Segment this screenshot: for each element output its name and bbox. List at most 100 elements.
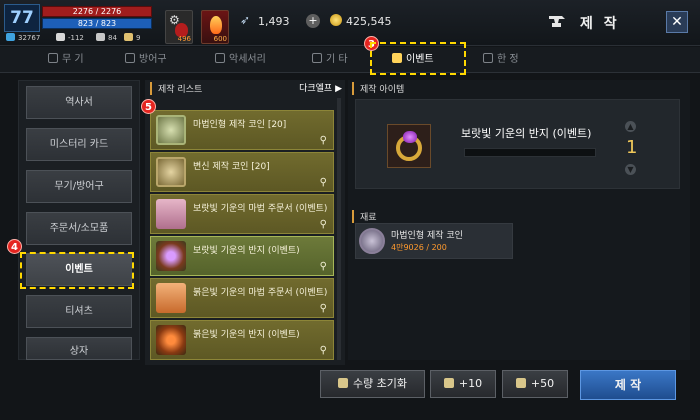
hammer-icon: [443, 378, 454, 388]
close-button[interactable]: ✕: [666, 11, 688, 33]
stat-value: 9: [136, 34, 141, 42]
quick-slot-flame[interactable]: 600: [201, 10, 229, 44]
button-label: +50: [530, 377, 555, 390]
category-tab-bar: [0, 47, 700, 73]
highlight-event-category: [20, 252, 134, 289]
scroll-icon: [156, 283, 186, 313]
mp-bar: 823 / 823: [42, 18, 152, 29]
craft-progress-bar: [464, 148, 596, 157]
add-50-button[interactable]: +50: [502, 370, 568, 398]
hammer-icon: [337, 378, 348, 388]
hp-value: 2276 / 2276: [72, 7, 122, 16]
ring-icon: [156, 241, 186, 271]
craft-item-slot[interactable]: [387, 124, 431, 168]
search-icon[interactable]: ⚲: [320, 177, 327, 188]
quantity-value: 1: [626, 137, 638, 158]
flame-icon: [210, 16, 222, 34]
material-count: 4만9026 / 200: [391, 243, 447, 252]
search-icon[interactable]: ⚲: [320, 219, 327, 230]
list-item-name: 변신 제작 코인 [20]: [193, 162, 270, 172]
list-item-name: 붉은빛 기운의 마법 주문서 (이벤트): [193, 288, 328, 298]
class-filter-button[interactable]: 다크엘프 ▶: [299, 81, 342, 94]
search-icon[interactable]: ⚲: [320, 261, 327, 272]
list-item[interactable]: 붉은빛 기운의 반지 (이벤트) ⚲: [150, 320, 334, 360]
quantity-up-button[interactable]: ▲: [625, 121, 636, 132]
coin-icon: [359, 228, 385, 254]
tab-label: 기 타: [326, 54, 348, 65]
tab-label: 방어구: [139, 54, 167, 65]
slot-count: 496: [177, 35, 191, 43]
mp-value: 823 / 823: [77, 19, 117, 28]
feather-icon: ➶: [240, 13, 251, 27]
list-item-name: 붉은빛 기운의 반지 (이벤트): [193, 330, 300, 340]
boot-icon: [96, 33, 105, 41]
list-item[interactable]: 보랏빛 기운의 마법 주문서 (이벤트) ⚲: [150, 194, 334, 234]
tab-weapon[interactable]: 무 기: [48, 47, 84, 73]
box-icon: [312, 53, 322, 63]
quick-slot-potion[interactable]: ⚙ 496: [165, 10, 193, 44]
sidebar-item-history[interactable]: 역사서: [26, 86, 132, 119]
search-icon[interactable]: ⚲: [320, 345, 327, 356]
tab-limited[interactable]: 한 정: [483, 47, 519, 73]
list-item[interactable]: 변신 제작 코인 [20] ⚲: [150, 152, 334, 192]
wings-icon: [6, 33, 15, 41]
necklace-icon: [215, 53, 225, 63]
sidebar-item-box[interactable]: 상자: [26, 337, 132, 360]
slot-count: 600: [213, 35, 227, 43]
craft-button[interactable]: 제 작: [580, 370, 676, 400]
craft-item-name: 보랏빛 기운의 반지 (이벤트): [461, 127, 592, 140]
search-icon[interactable]: ⚲: [320, 135, 327, 146]
add-currency-button[interactable]: +: [306, 14, 320, 28]
stat-value: -112: [68, 34, 84, 42]
material-name: 마법인형 제작 코인: [391, 231, 463, 241]
tab-etc[interactable]: 기 타: [312, 47, 348, 73]
list-scrollbar[interactable]: [337, 98, 341, 360]
stat-fist: 9: [124, 33, 140, 42]
sidebar-item-scroll-consumable[interactable]: 주문서/소모품: [26, 212, 132, 245]
list-item[interactable]: 붉은빛 기운의 마법 주문서 (이벤트) ⚲: [150, 278, 334, 318]
armor-icon: [125, 53, 135, 63]
button-label: 수량 초기화: [352, 377, 408, 390]
quantity-down-button[interactable]: ▼: [625, 164, 636, 175]
hammer-icon: [515, 378, 526, 388]
gold-currency: 425,545: [346, 15, 392, 28]
marker-5: 5: [141, 99, 156, 114]
sidebar-item-tshirt[interactable]: 티셔츠: [26, 295, 132, 328]
tab-armor[interactable]: 방어구: [125, 47, 167, 73]
search-icon[interactable]: ⚲: [320, 303, 327, 314]
clock-icon: [483, 53, 493, 63]
skull-icon: [56, 33, 65, 41]
tab-accessory[interactable]: 악세서리: [215, 47, 266, 73]
list-item[interactable]: 보랏빛 기운의 반지 (이벤트) ⚲: [150, 236, 334, 276]
fist-icon: [124, 33, 133, 41]
tab-label: 한 정: [497, 54, 519, 65]
stat-wings: 32767: [6, 33, 40, 42]
craft-list-title: 제작 리스트: [150, 82, 202, 95]
ring-icon: [156, 325, 186, 355]
page-title: 제 작: [580, 16, 620, 32]
stat-value: 32767: [18, 34, 41, 42]
tab-label: 무 기: [62, 54, 84, 65]
reset-quantity-button[interactable]: 수량 초기화: [320, 370, 425, 398]
sidebar-item-mystery-card[interactable]: 미스터리 카드: [26, 128, 132, 161]
list-item-name: 보랏빛 기운의 마법 주문서 (이벤트): [193, 204, 328, 214]
craft-item-section-label: 제작 아이템: [352, 82, 404, 95]
anvil-icon: [549, 16, 565, 27]
material-section-label: 재료: [352, 210, 377, 223]
coin-icon: [156, 157, 186, 187]
sidebar-item-weapon-armor[interactable]: 무기/방어구: [26, 170, 132, 203]
list-item-name: 마법인형 제작 코인 [20]: [193, 120, 287, 130]
list-item[interactable]: 마법인형 제작 코인 [20] ⚲: [150, 110, 334, 150]
scroll-icon: [156, 199, 186, 229]
gold-coin-icon: [330, 14, 342, 26]
level-badge: 77: [4, 4, 40, 32]
coin-icon: [156, 115, 186, 145]
list-item-name: 보랏빛 기운의 반지 (이벤트): [193, 246, 300, 256]
stat-skull: -112: [56, 33, 84, 42]
stat-value: 84: [108, 34, 117, 42]
add-10-button[interactable]: +10: [430, 370, 496, 398]
feather-currency: 1,493: [258, 15, 290, 28]
tab-label: 악세서리: [229, 54, 266, 65]
gem-icon: [403, 131, 417, 143]
craft-list-header: 제작 리스트 다크엘프 ▶: [150, 81, 342, 97]
